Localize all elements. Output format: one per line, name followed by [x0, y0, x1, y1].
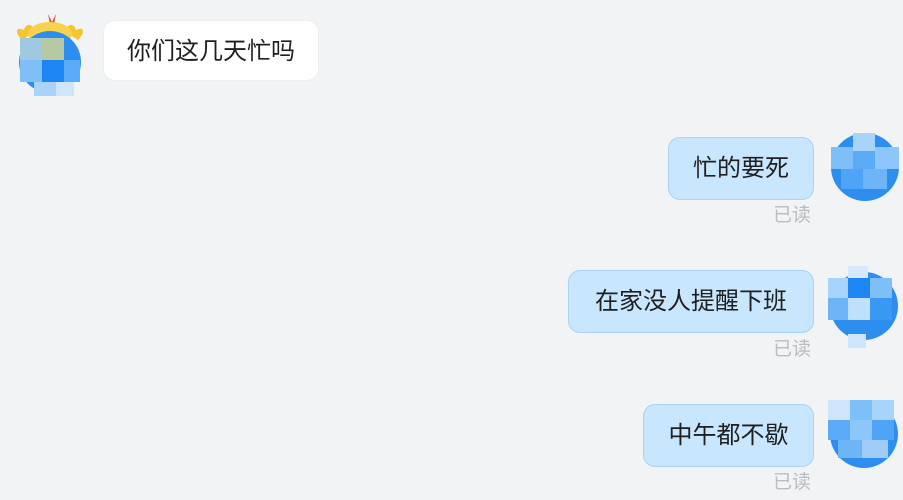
- read-status: 已读: [773, 204, 812, 226]
- message-text: 中午都不歇: [668, 421, 789, 449]
- read-status: 已读: [773, 471, 812, 493]
- message-bubble-outgoing[interactable]: 在家没人提醒下班: [568, 270, 814, 333]
- message-bubble-outgoing[interactable]: 中午都不歇: [643, 404, 814, 467]
- chat-window: 你们这几天忙吗 忙的要死 已读 在家没人提醒下班 已读 中午都不歇 已读: [0, 0, 903, 500]
- message-text: 你们这几天忙吗: [127, 37, 295, 65]
- contact-avatar-icon[interactable]: [12, 12, 88, 98]
- self-avatar-icon[interactable]: [831, 133, 901, 203]
- message-text: 在家没人提醒下班: [595, 287, 787, 315]
- self-avatar-icon[interactable]: [828, 400, 898, 470]
- message-bubble-incoming[interactable]: 你们这几天忙吗: [103, 20, 319, 81]
- message-bubble-outgoing[interactable]: 忙的要死: [668, 137, 814, 200]
- self-avatar-icon[interactable]: [826, 266, 898, 350]
- message-text: 忙的要死: [693, 154, 789, 182]
- read-status: 已读: [773, 338, 812, 360]
